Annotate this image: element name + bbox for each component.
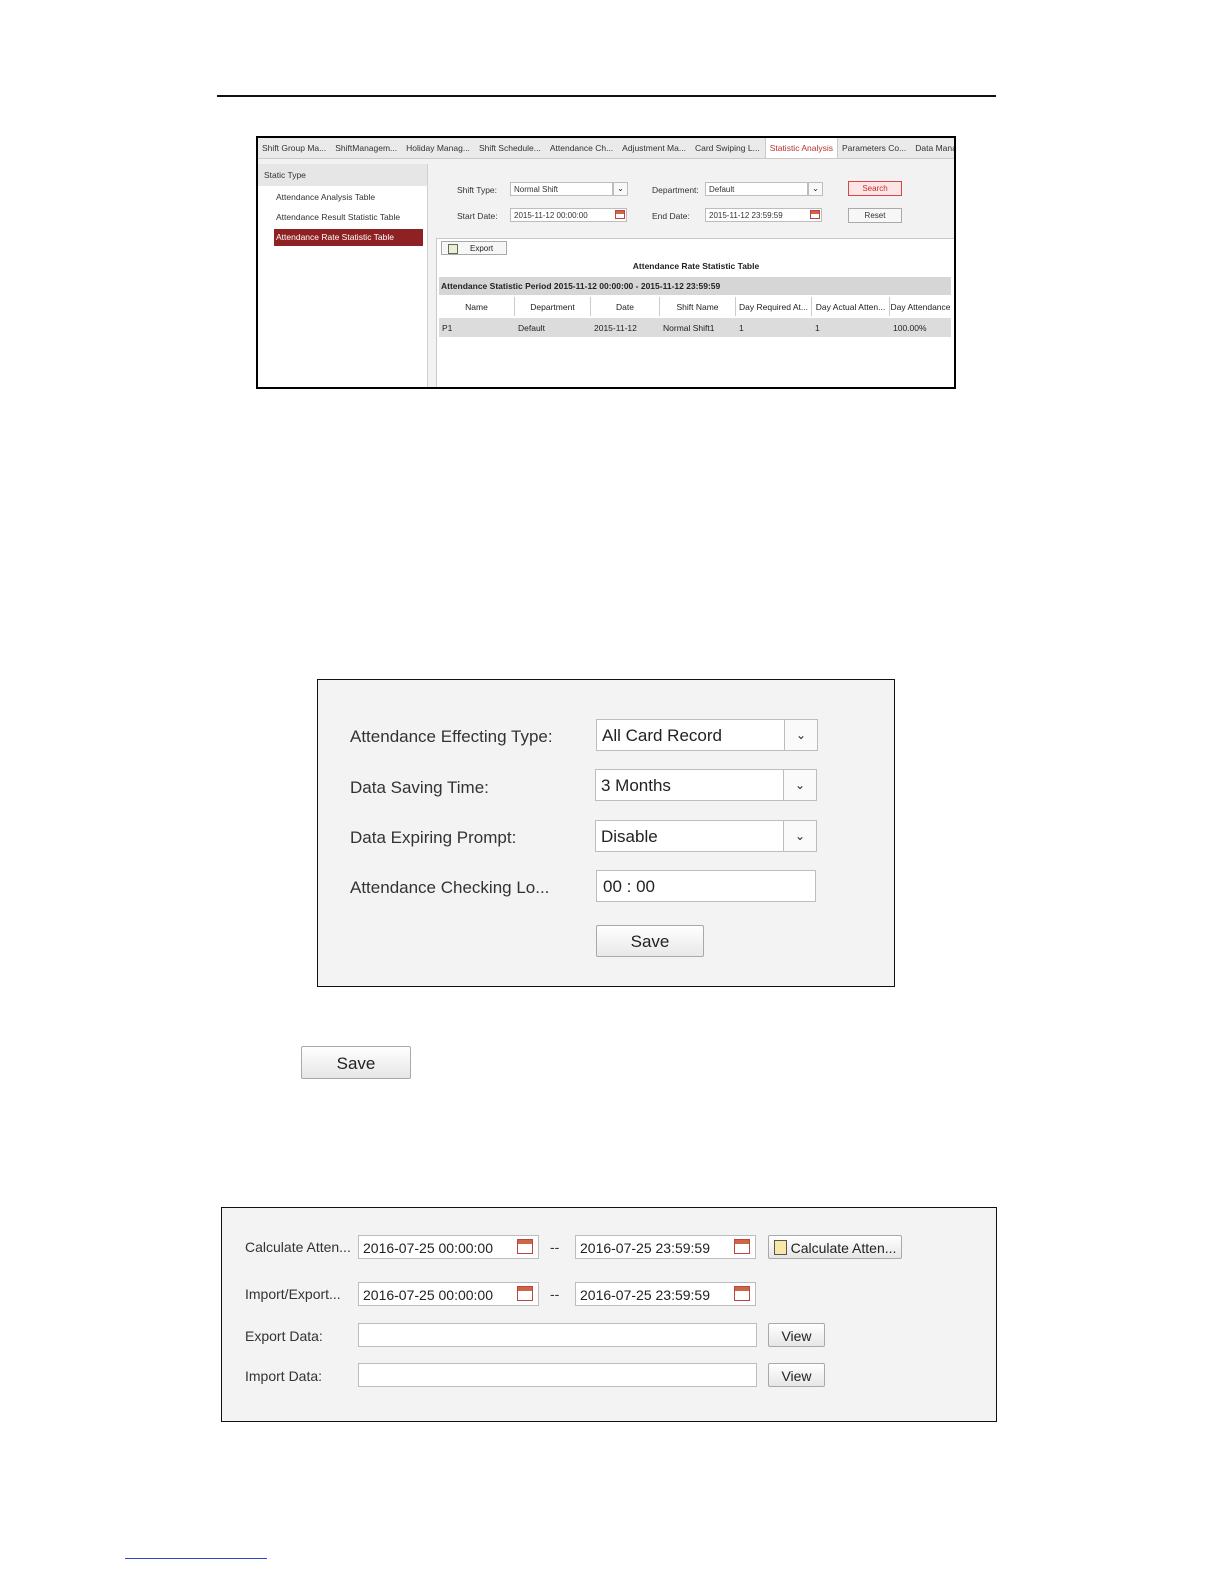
saving-time-label: Data Saving Time:	[350, 778, 489, 797]
calculate-attendance-button[interactable]: Calculate Atten...	[768, 1235, 902, 1259]
static-type-panel: Static Type Attendance Analysis Table At…	[258, 164, 428, 387]
import-export-start-date-input[interactable]: 2016-07-25 00:00:00	[358, 1282, 539, 1306]
column-header-day-actual[interactable]: Day Actual Atten...	[812, 297, 890, 316]
tab-data-management[interactable]: Data Manage...	[911, 138, 954, 158]
table-header-row: Name Department Date Shift Name Day Requ…	[439, 297, 951, 316]
import-export-end-date-value: 2016-07-25 23:59:59	[580, 1287, 710, 1303]
tab-attendance-check[interactable]: Attendance Ch...	[546, 138, 618, 158]
module-tabs: Shift Group Ma... ShiftManagem... Holida…	[258, 138, 954, 159]
cell-day-actual: 1	[815, 323, 820, 333]
tab-shift-management[interactable]: ShiftManagem...	[331, 138, 402, 158]
import-view-button[interactable]: View	[768, 1363, 825, 1387]
column-header-shift-name[interactable]: Shift Name	[660, 297, 736, 316]
export-view-button[interactable]: View	[768, 1323, 825, 1347]
table-row[interactable]: P1 Default 2015-11-12 Normal Shift1 1 1 …	[439, 318, 951, 337]
export-data-path-input[interactable]	[358, 1323, 757, 1347]
data-management-screenshot: Calculate Atten... 2016-07-25 00:00:00 -…	[221, 1207, 997, 1422]
list-item-attendance-rate-statistic[interactable]: Attendance Rate Statistic Table	[274, 229, 423, 246]
save-button[interactable]: Save	[301, 1046, 411, 1079]
import-export-label: Import/Export...	[245, 1286, 341, 1302]
cell-date: 2015-11-12	[594, 323, 637, 333]
tab-holiday-management[interactable]: Holiday Manag...	[402, 138, 475, 158]
effecting-type-select[interactable]: All Card Record ⌄	[596, 719, 818, 751]
expiring-prompt-select[interactable]: Disable ⌄	[595, 820, 817, 852]
export-data-label: Export Data:	[245, 1328, 323, 1344]
cell-department: Default	[518, 323, 545, 333]
table-title: Attendance Rate Statistic Table	[632, 261, 760, 271]
save-button[interactable]: Save	[596, 925, 704, 957]
column-header-name[interactable]: Name	[439, 297, 515, 316]
shift-type-label: Shift Type:	[457, 185, 498, 195]
calculate-start-date-value: 2016-07-25 00:00:00	[363, 1240, 493, 1256]
column-header-date[interactable]: Date	[591, 297, 660, 316]
calculate-attendance-label: Calculate Atten...	[245, 1239, 351, 1255]
checking-time-input[interactable]: 00 : 00	[596, 870, 816, 902]
calculate-attendance-button-label: Calculate Atten...	[790, 1240, 897, 1256]
tab-statistic-analysis[interactable]: Statistic Analysis	[764, 138, 838, 158]
cell-name: P1	[442, 323, 453, 333]
effecting-type-value: All Card Record	[602, 726, 722, 745]
reset-button[interactable]: Reset	[848, 208, 902, 223]
calendar-icon[interactable]	[734, 1286, 750, 1301]
end-date-input[interactable]: 2015-11-12 23:59:59	[705, 208, 822, 222]
chevron-down-icon[interactable]: ⌄	[808, 182, 823, 196]
column-header-department[interactable]: Department	[515, 297, 591, 316]
static-type-header: Static Type	[258, 164, 427, 186]
list-item-attendance-analysis[interactable]: Attendance Analysis Table	[274, 189, 423, 206]
expiring-prompt-label: Data Expiring Prompt:	[350, 828, 517, 847]
checking-time-label: Attendance Checking Lo...	[350, 878, 550, 897]
saving-time-value: 3 Months	[601, 776, 671, 795]
export-icon	[448, 244, 458, 254]
calendar-icon[interactable]	[734, 1239, 750, 1254]
search-button[interactable]: Search	[848, 181, 902, 196]
range-separator: --	[550, 1239, 560, 1255]
chevron-down-icon[interactable]: ⌄	[783, 821, 816, 851]
parameters-screenshot: Attendance Effecting Type: All Card Reco…	[317, 679, 895, 987]
statistic-analysis-screenshot: Shift Group Ma... ShiftManagem... Holida…	[256, 136, 956, 389]
range-separator: --	[550, 1286, 560, 1302]
effecting-type-label: Attendance Effecting Type:	[350, 727, 553, 746]
start-date-input[interactable]: 2015-11-12 00:00:00	[510, 208, 627, 222]
end-date-label: End Date:	[652, 211, 690, 221]
calculate-end-date-value: 2016-07-25 23:59:59	[580, 1240, 710, 1256]
cell-day-attendance: 100.00%	[893, 323, 927, 333]
expiring-prompt-value: Disable	[601, 827, 658, 846]
page-header-rule	[217, 95, 996, 97]
start-date-label: Start Date:	[457, 211, 498, 221]
export-button[interactable]: Export	[441, 241, 507, 255]
calendar-icon[interactable]	[615, 210, 625, 219]
calendar-icon[interactable]	[810, 210, 820, 219]
tab-shift-schedule[interactable]: Shift Schedule...	[475, 138, 546, 158]
statistic-period: Attendance Statistic Period 2015-11-12 0…	[439, 277, 951, 295]
calendar-icon[interactable]	[517, 1286, 533, 1301]
department-select[interactable]: Default	[705, 182, 808, 196]
import-export-end-date-input[interactable]: 2016-07-25 23:59:59	[575, 1282, 756, 1306]
calculate-icon	[773, 1240, 787, 1255]
list-item-attendance-result-statistic[interactable]: Attendance Result Statistic Table	[274, 209, 423, 226]
calendar-icon[interactable]	[517, 1239, 533, 1254]
export-button-label: Export	[470, 244, 494, 253]
calculate-start-date-input[interactable]: 2016-07-25 00:00:00	[358, 1235, 539, 1259]
import-export-start-date-value: 2016-07-25 00:00:00	[363, 1287, 493, 1303]
tab-adjustment-management[interactable]: Adjustment Ma...	[618, 138, 691, 158]
tab-card-swiping-log[interactable]: Card Swiping L...	[691, 138, 765, 158]
column-header-day-attendance[interactable]: Day Attendance	[890, 297, 951, 316]
chevron-down-icon[interactable]: ⌄	[784, 720, 817, 750]
import-data-label: Import Data:	[245, 1368, 323, 1384]
chevron-down-icon[interactable]: ⌄	[613, 182, 628, 196]
statistic-table-area: Export Attendance Rate Statistic Table A…	[436, 238, 954, 387]
department-label: Department:	[652, 185, 699, 195]
tab-shift-group[interactable]: Shift Group Ma...	[258, 138, 331, 158]
cell-day-required: 1	[739, 323, 744, 333]
shift-type-select[interactable]: Normal Shift	[510, 182, 613, 196]
tab-parameters-config[interactable]: Parameters Co...	[838, 138, 911, 158]
calculate-end-date-input[interactable]: 2016-07-25 23:59:59	[575, 1235, 756, 1259]
saving-time-select[interactable]: 3 Months ⌄	[595, 769, 817, 801]
cell-shift-name: Normal Shift1	[663, 323, 715, 333]
import-data-path-input[interactable]	[358, 1363, 757, 1387]
footer-link-underline	[125, 1558, 267, 1559]
chevron-down-icon[interactable]: ⌄	[783, 770, 816, 800]
column-header-day-required[interactable]: Day Required At...	[736, 297, 812, 316]
